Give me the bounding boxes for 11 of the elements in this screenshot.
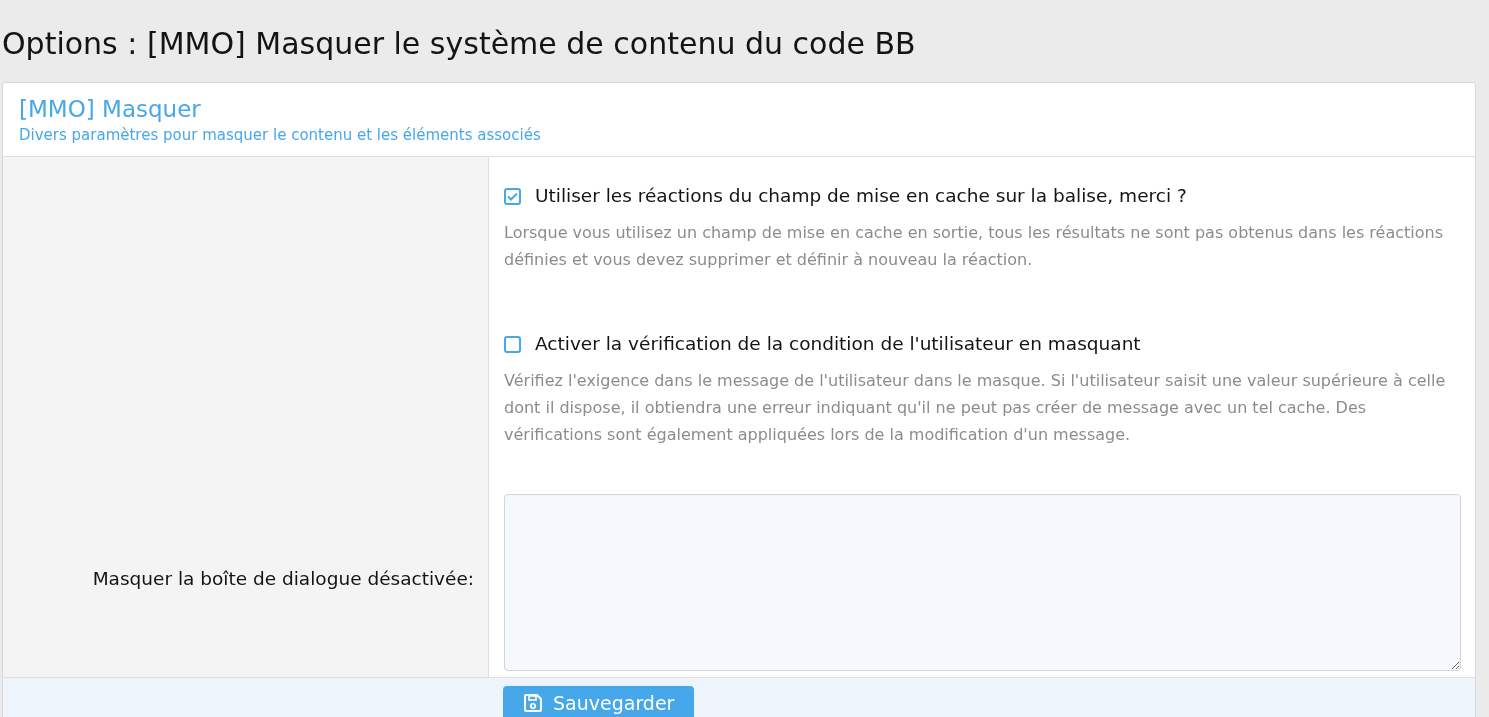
option-hint: Vérifiez l'exigence dans le message de l'utilisateur dans le masque. Si l'utilisateur saisit une valeur supérieure à celle dont il dispose, il obtiendra une erreur indiquant qu'il ne peut pas créer de message avec un tel cache. Des vérifications sont également appliquées lors de la modification d'un message.	[504, 370, 1447, 446]
checkbox-label[interactable]: Activer la vérification de la condition de l'utilisateur en masquant	[535, 331, 1141, 357]
page-title: Options : [MMO] Masquer le système de contenu du code BB	[1, 25, 917, 63]
field-label: Masquer la boîte de dialogue désactivée:	[92, 568, 474, 589]
block-description: Divers paramètres pour masquer le contenu et les éléments associés	[19, 125, 542, 145]
checkbox-label[interactable]: Utiliser les réactions du champ de mise en cache sur la balise, merci ?	[535, 183, 1187, 209]
checkbox[interactable]	[504, 335, 521, 353]
check-icon	[507, 191, 518, 201]
block-title: [MMO] Masquer	[19, 95, 201, 124]
option-hint: Lorsque vous utilisez un champ de mise en cache en sortie, tous les résultats ne sont pas obtenus dans les réactions définies et vous devez supprimer et définir à nouveau la réaction.	[504, 222, 1444, 271]
checkbox[interactable]	[504, 187, 521, 205]
